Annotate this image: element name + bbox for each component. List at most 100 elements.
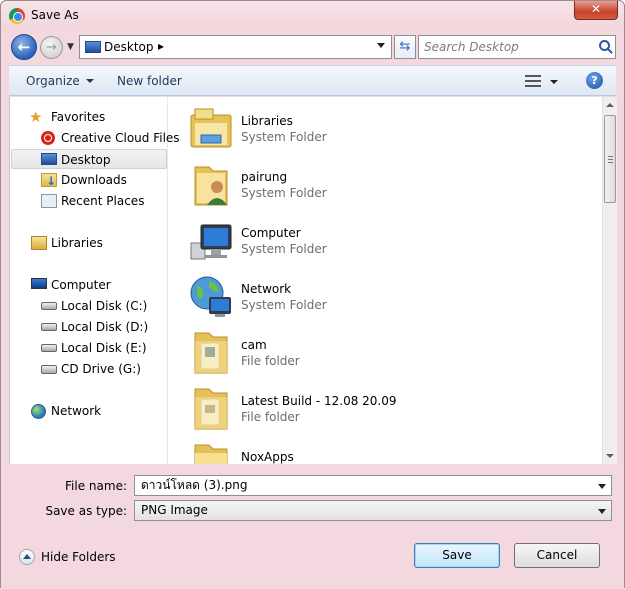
sidebar-item-label: Creative Cloud Files bbox=[61, 131, 180, 145]
view-line bbox=[525, 75, 541, 77]
libraries-icon bbox=[190, 108, 232, 148]
recent-places-icon bbox=[41, 194, 57, 208]
file-item-network[interactable]: Network System Folder bbox=[169, 269, 602, 325]
file-name-field[interactable]: ดาวน์โหลด (3).png bbox=[134, 475, 612, 496]
forward-arrow-icon: → bbox=[46, 40, 57, 55]
file-name: cam bbox=[241, 338, 267, 352]
file-type: System Folder bbox=[241, 298, 327, 312]
save-as-type-select[interactable]: PNG Image bbox=[134, 500, 612, 521]
save-as-dialog: Save As ✕ ← → ▼ Desktop ▸ ⇆ Organize New… bbox=[0, 0, 625, 589]
hide-folders-label: Hide Folders bbox=[41, 550, 116, 564]
recent-pages-dropdown-icon[interactable]: ▼ bbox=[67, 42, 74, 52]
chrome-icon bbox=[9, 8, 25, 24]
downloads-icon bbox=[41, 171, 57, 191]
save-as-type-label: Save as type: bbox=[45, 504, 127, 518]
browser-area: ★ Favorites Creative Cloud Files Desktop… bbox=[9, 97, 617, 464]
breadcrumb-chevron-icon[interactable]: ▸ bbox=[158, 39, 164, 53]
sidebar-item-label: Recent Places bbox=[61, 194, 145, 208]
address-dropdown-icon[interactable] bbox=[377, 43, 385, 48]
search-icon[interactable] bbox=[599, 40, 610, 51]
view-line bbox=[525, 85, 541, 87]
help-icon[interactable]: ? bbox=[586, 72, 603, 89]
save-as-type-dropdown-icon[interactable] bbox=[598, 509, 606, 514]
window-title: Save As bbox=[31, 8, 79, 22]
search-input[interactable] bbox=[424, 39, 594, 55]
file-item-noxapps[interactable]: NoxApps bbox=[169, 437, 602, 464]
computer-icon bbox=[190, 224, 232, 260]
file-name-value: ดาวน์โหลด (3).png bbox=[141, 478, 248, 492]
sidebar-item-creative-cloud[interactable]: Creative Cloud Files bbox=[11, 128, 180, 148]
address-crumb-desktop[interactable]: Desktop bbox=[104, 40, 154, 54]
sidebar-item-disk-e[interactable]: Local Disk (E:) bbox=[11, 338, 167, 358]
sidebar-item-label: Local Disk (D:) bbox=[61, 320, 149, 334]
sidebar-item-label: Local Disk (E:) bbox=[61, 341, 147, 355]
user-folder-icon bbox=[194, 166, 228, 206]
file-item-latest-build[interactable]: Latest Build - 12.08 20.09 File folder bbox=[169, 381, 602, 437]
sidebar-item-cd-drive[interactable]: CD Drive (G:) bbox=[11, 359, 167, 379]
sidebar-item-label: Network bbox=[51, 404, 102, 418]
local-disk-icon bbox=[41, 344, 57, 352]
local-disk-icon bbox=[41, 302, 57, 310]
sidebar-item-desktop[interactable]: Desktop bbox=[11, 149, 167, 169]
sidebar-item-label: Favorites bbox=[51, 110, 106, 124]
scrollbar-thumb[interactable] bbox=[604, 115, 616, 203]
scroll-down-icon[interactable] bbox=[606, 454, 614, 458]
cancel-button[interactable]: Cancel bbox=[514, 543, 600, 568]
title-bar[interactable]: Save As ✕ bbox=[1, 1, 624, 31]
network-icon bbox=[31, 404, 46, 419]
file-type: System Folder bbox=[241, 242, 327, 256]
file-list-scrollbar[interactable] bbox=[602, 97, 617, 464]
file-item-libraries[interactable]: Libraries System Folder bbox=[169, 101, 602, 157]
sidebar-item-label: Desktop bbox=[61, 153, 111, 167]
back-button[interactable]: ← bbox=[11, 34, 37, 60]
file-item-pairung[interactable]: pairung System Folder bbox=[169, 157, 602, 213]
navigation-pane: ★ Favorites Creative Cloud Files Desktop… bbox=[10, 97, 180, 464]
organize-menu[interactable]: Organize bbox=[26, 74, 94, 88]
address-bar[interactable]: Desktop ▸ bbox=[79, 35, 392, 59]
file-name-label: File name: bbox=[65, 479, 127, 493]
file-item-computer[interactable]: Computer System Folder bbox=[169, 213, 602, 269]
change-view-icon[interactable] bbox=[525, 74, 541, 88]
grip-line bbox=[608, 156, 613, 157]
file-type: System Folder bbox=[241, 130, 327, 144]
file-name: Network bbox=[241, 282, 292, 296]
sidebar-item-disk-c[interactable]: Local Disk (C:) bbox=[11, 296, 167, 316]
cd-drive-icon bbox=[41, 365, 57, 374]
sidebar-item-label: Local Disk (C:) bbox=[61, 299, 148, 313]
file-name-dropdown-icon[interactable] bbox=[598, 484, 606, 489]
search-box[interactable] bbox=[418, 35, 616, 59]
sidebar-item-libraries[interactable]: Libraries bbox=[11, 233, 167, 253]
file-list: Libraries System Folder pairung System F… bbox=[169, 97, 602, 464]
close-button[interactable]: ✕ bbox=[574, 1, 618, 20]
new-folder-button[interactable]: New folder bbox=[117, 74, 182, 88]
file-type: File folder bbox=[241, 410, 300, 424]
save-as-type-value: PNG Image bbox=[141, 503, 208, 517]
scroll-up-icon[interactable] bbox=[606, 103, 614, 107]
view-options-caret-icon[interactable] bbox=[550, 80, 558, 84]
save-button[interactable]: Save bbox=[414, 543, 500, 568]
file-type: System Folder bbox=[241, 186, 327, 200]
close-icon: ✕ bbox=[590, 2, 602, 16]
sidebar-item-computer[interactable]: Computer bbox=[11, 275, 167, 295]
sidebar-item-label: Computer bbox=[51, 278, 111, 292]
network-icon bbox=[190, 276, 231, 317]
file-name: Computer bbox=[241, 226, 301, 240]
collapse-arrow-icon bbox=[19, 549, 35, 565]
sidebar-item-network[interactable]: Network bbox=[11, 401, 167, 421]
sidebar-item-disk-d[interactable]: Local Disk (D:) bbox=[11, 317, 167, 337]
desktop-icon bbox=[41, 153, 57, 165]
sidebar-item-favorites[interactable]: ★ Favorites bbox=[11, 107, 167, 127]
computer-icon bbox=[31, 278, 47, 289]
forward-button[interactable]: → bbox=[40, 36, 63, 59]
file-name: Latest Build - 12.08 20.09 bbox=[241, 394, 397, 408]
save-form: File name: ดาวน์โหลด (3).png Save as typ… bbox=[9, 465, 616, 525]
sidebar-item-label: Libraries bbox=[51, 236, 103, 250]
file-type: File folder bbox=[241, 354, 300, 368]
star-icon: ★ bbox=[29, 108, 43, 126]
sidebar-item-label: Downloads bbox=[61, 173, 127, 187]
refresh-button[interactable]: ⇆ bbox=[394, 35, 416, 59]
command-toolbar: Organize New folder ? bbox=[9, 65, 616, 96]
sidebar-item-recent-places[interactable]: Recent Places bbox=[11, 191, 167, 211]
sidebar-item-downloads[interactable]: Downloads bbox=[11, 170, 167, 191]
file-item-cam[interactable]: cam File folder bbox=[169, 325, 602, 381]
